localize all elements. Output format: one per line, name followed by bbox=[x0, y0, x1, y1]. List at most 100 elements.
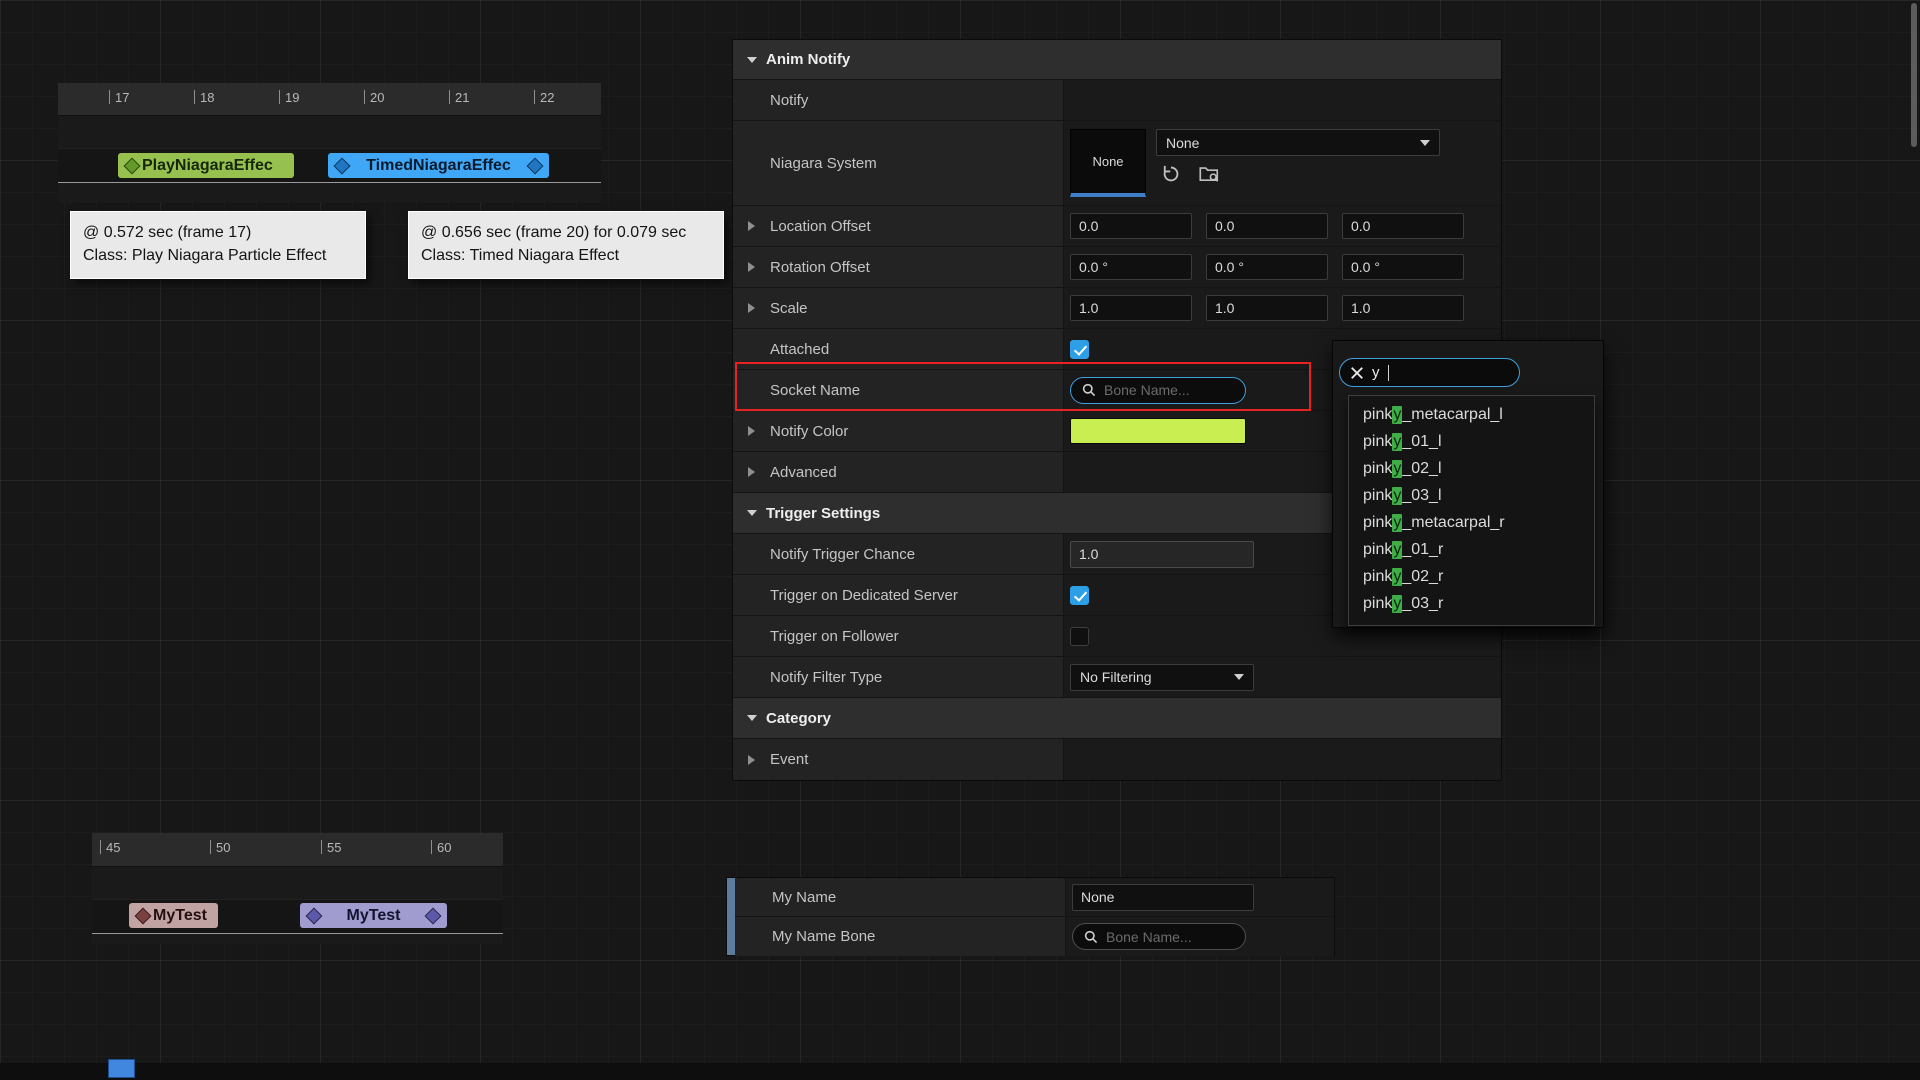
notify-diamond-icon bbox=[124, 157, 141, 174]
notify-tag-label: PlayNiagaraEffec bbox=[142, 157, 273, 175]
notify-tag-label: MyTest bbox=[347, 907, 401, 925]
notify-color-swatch[interactable] bbox=[1070, 418, 1246, 444]
location-offset-y-input[interactable]: 0.0 bbox=[1206, 213, 1328, 239]
track-lane bbox=[92, 934, 503, 944]
niagara-system-dropdown[interactable]: None bbox=[1156, 129, 1440, 156]
chevron-down-icon bbox=[747, 715, 757, 721]
bone-option[interactable]: pinky_02_l bbox=[1349, 455, 1594, 482]
row-label: Scale bbox=[770, 300, 808, 317]
bone-picker-popup: y pinky_metacarpal_l pinky_01_l pinky_02… bbox=[1332, 340, 1604, 628]
text-cursor bbox=[1388, 365, 1389, 381]
track-lane bbox=[58, 183, 601, 203]
row-label: My Name bbox=[772, 889, 836, 906]
bone-option[interactable]: pinky_metacarpal_l bbox=[1349, 401, 1594, 428]
bone-option[interactable]: pinky_03_r bbox=[1349, 590, 1594, 617]
notify-track-bottom: 45 50 55 60 MyTest MyTest bbox=[92, 833, 503, 944]
search-icon bbox=[1083, 929, 1099, 945]
my-name-bone-search-field[interactable] bbox=[1072, 923, 1246, 950]
notify-diamond-icon bbox=[306, 907, 323, 924]
frame-tick: 45 bbox=[100, 840, 120, 855]
row-label: Notify bbox=[770, 92, 808, 109]
row-scale: Scale 1.0 1.0 1.0 bbox=[733, 288, 1501, 329]
notify-tag-mytest-2[interactable]: MyTest bbox=[300, 903, 447, 928]
trigger-follower-checkbox[interactable] bbox=[1070, 627, 1089, 646]
track-lane bbox=[58, 116, 601, 149]
notify-tag-play-niagara[interactable]: PlayNiagaraEffec bbox=[118, 153, 294, 178]
attached-checkbox[interactable] bbox=[1070, 340, 1089, 359]
bone-option[interactable]: pinky_03_l bbox=[1349, 482, 1594, 509]
bone-option[interactable]: pinky_01_r bbox=[1349, 536, 1594, 563]
expander-arrow-icon[interactable] bbox=[748, 426, 755, 436]
row-rotation-offset: Rotation Offset 0.0 ° 0.0 ° 0.0 ° bbox=[733, 247, 1501, 288]
section-title: Category bbox=[766, 710, 831, 727]
location-offset-z-input[interactable]: 0.0 bbox=[1342, 213, 1464, 239]
frame-tick: 20 bbox=[364, 90, 384, 105]
rotation-offset-y-input[interactable]: 0.0 ° bbox=[1206, 254, 1328, 280]
socket-name-search-field[interactable] bbox=[1070, 377, 1246, 404]
bone-option[interactable]: pinky_01_l bbox=[1349, 428, 1594, 455]
niagara-asset-thumbnail[interactable]: None bbox=[1070, 129, 1146, 197]
rotation-offset-x-input[interactable]: 0.0 ° bbox=[1070, 254, 1192, 280]
scale-x-input[interactable]: 1.0 bbox=[1070, 295, 1192, 321]
my-name-input[interactable]: None bbox=[1072, 884, 1254, 911]
track-lane bbox=[92, 867, 503, 900]
notify-diamond-icon bbox=[334, 157, 351, 174]
row-label: Niagara System bbox=[770, 155, 877, 172]
bone-search-query[interactable]: y bbox=[1372, 364, 1380, 381]
tooltip-class-line: Class: Timed Niagara Effect bbox=[421, 244, 711, 267]
my-name-bone-input[interactable] bbox=[1106, 929, 1224, 945]
browse-to-asset-icon[interactable] bbox=[1198, 163, 1220, 185]
notify-tag-mytest-1[interactable]: MyTest bbox=[129, 903, 218, 928]
notify-tooltip-play: @ 0.572 sec (frame 17) Class: Play Niaga… bbox=[70, 211, 366, 279]
row-label: Notify Filter Type bbox=[770, 669, 882, 686]
rotation-offset-z-input[interactable]: 0.0 ° bbox=[1342, 254, 1464, 280]
frame-tick: 21 bbox=[449, 90, 469, 105]
timeline-ruler-top[interactable]: 17 18 19 20 21 22 bbox=[58, 83, 601, 116]
row-label: Attached bbox=[770, 341, 829, 358]
scale-y-input[interactable]: 1.0 bbox=[1206, 295, 1328, 321]
tooltip-class-line: Class: Play Niagara Particle Effect bbox=[83, 244, 353, 267]
row-label: My Name Bone bbox=[772, 928, 875, 945]
trigger-dedicated-server-checkbox[interactable] bbox=[1070, 586, 1089, 605]
expander-arrow-icon[interactable] bbox=[748, 221, 755, 231]
thumbnail-label: None bbox=[1092, 154, 1123, 169]
row-label: Location Offset bbox=[770, 218, 871, 235]
notify-track-top: 17 18 19 20 21 22 PlayNiagaraEffec Timed… bbox=[58, 83, 601, 203]
expander-arrow-icon[interactable] bbox=[748, 467, 755, 477]
socket-name-input[interactable] bbox=[1104, 382, 1222, 398]
frame-tick: 60 bbox=[431, 840, 451, 855]
row-label: Trigger on Follower bbox=[770, 628, 899, 645]
chevron-down-icon bbox=[747, 57, 757, 63]
timeline-ruler-bottom[interactable]: 45 50 55 60 bbox=[92, 833, 503, 867]
custom-notify-details: My Name None My Name Bone bbox=[726, 877, 1335, 956]
section-header-category[interactable]: Category bbox=[733, 698, 1501, 739]
scale-z-input[interactable]: 1.0 bbox=[1342, 295, 1464, 321]
clear-search-icon[interactable] bbox=[1350, 366, 1364, 380]
frame-tick: 55 bbox=[321, 840, 341, 855]
tooltip-time-line: @ 0.656 sec (frame 20) for 0.079 sec bbox=[421, 221, 711, 244]
notify-filter-type-dropdown[interactable]: No Filtering bbox=[1070, 664, 1254, 691]
expander-arrow-icon[interactable] bbox=[748, 755, 755, 765]
search-icon bbox=[1081, 382, 1097, 398]
bone-search-field[interactable]: y bbox=[1339, 358, 1520, 387]
notify-tag-timed-niagara[interactable]: TimedNiagaraEffec bbox=[328, 153, 549, 178]
notify-fragment-blue[interactable] bbox=[108, 1059, 135, 1078]
row-notify: Notify bbox=[733, 80, 1501, 121]
notify-tag-label: MyTest bbox=[153, 907, 207, 925]
section-title: Trigger Settings bbox=[766, 505, 880, 522]
notify-diamond-icon bbox=[425, 907, 442, 924]
bone-option[interactable]: pinky_metacarpal_r bbox=[1349, 509, 1594, 536]
section-header-anim-notify[interactable]: Anim Notify bbox=[733, 40, 1501, 80]
expander-arrow-icon[interactable] bbox=[748, 262, 755, 272]
use-selected-asset-icon[interactable] bbox=[1160, 163, 1182, 185]
bone-suggestion-list: pinky_metacarpal_l pinky_01_l pinky_02_l… bbox=[1348, 395, 1595, 626]
scrollbar-thumb[interactable] bbox=[1911, 3, 1917, 147]
category-color-strip bbox=[727, 878, 735, 955]
notify-diamond-icon bbox=[135, 907, 152, 924]
frame-tick: 18 bbox=[194, 90, 214, 105]
location-offset-x-input[interactable]: 0.0 bbox=[1070, 213, 1192, 239]
expander-arrow-icon[interactable] bbox=[748, 303, 755, 313]
row-label: Advanced bbox=[770, 464, 837, 481]
notify-trigger-chance-input[interactable]: 1.0 bbox=[1070, 541, 1254, 568]
bone-option[interactable]: pinky_02_r bbox=[1349, 563, 1594, 590]
